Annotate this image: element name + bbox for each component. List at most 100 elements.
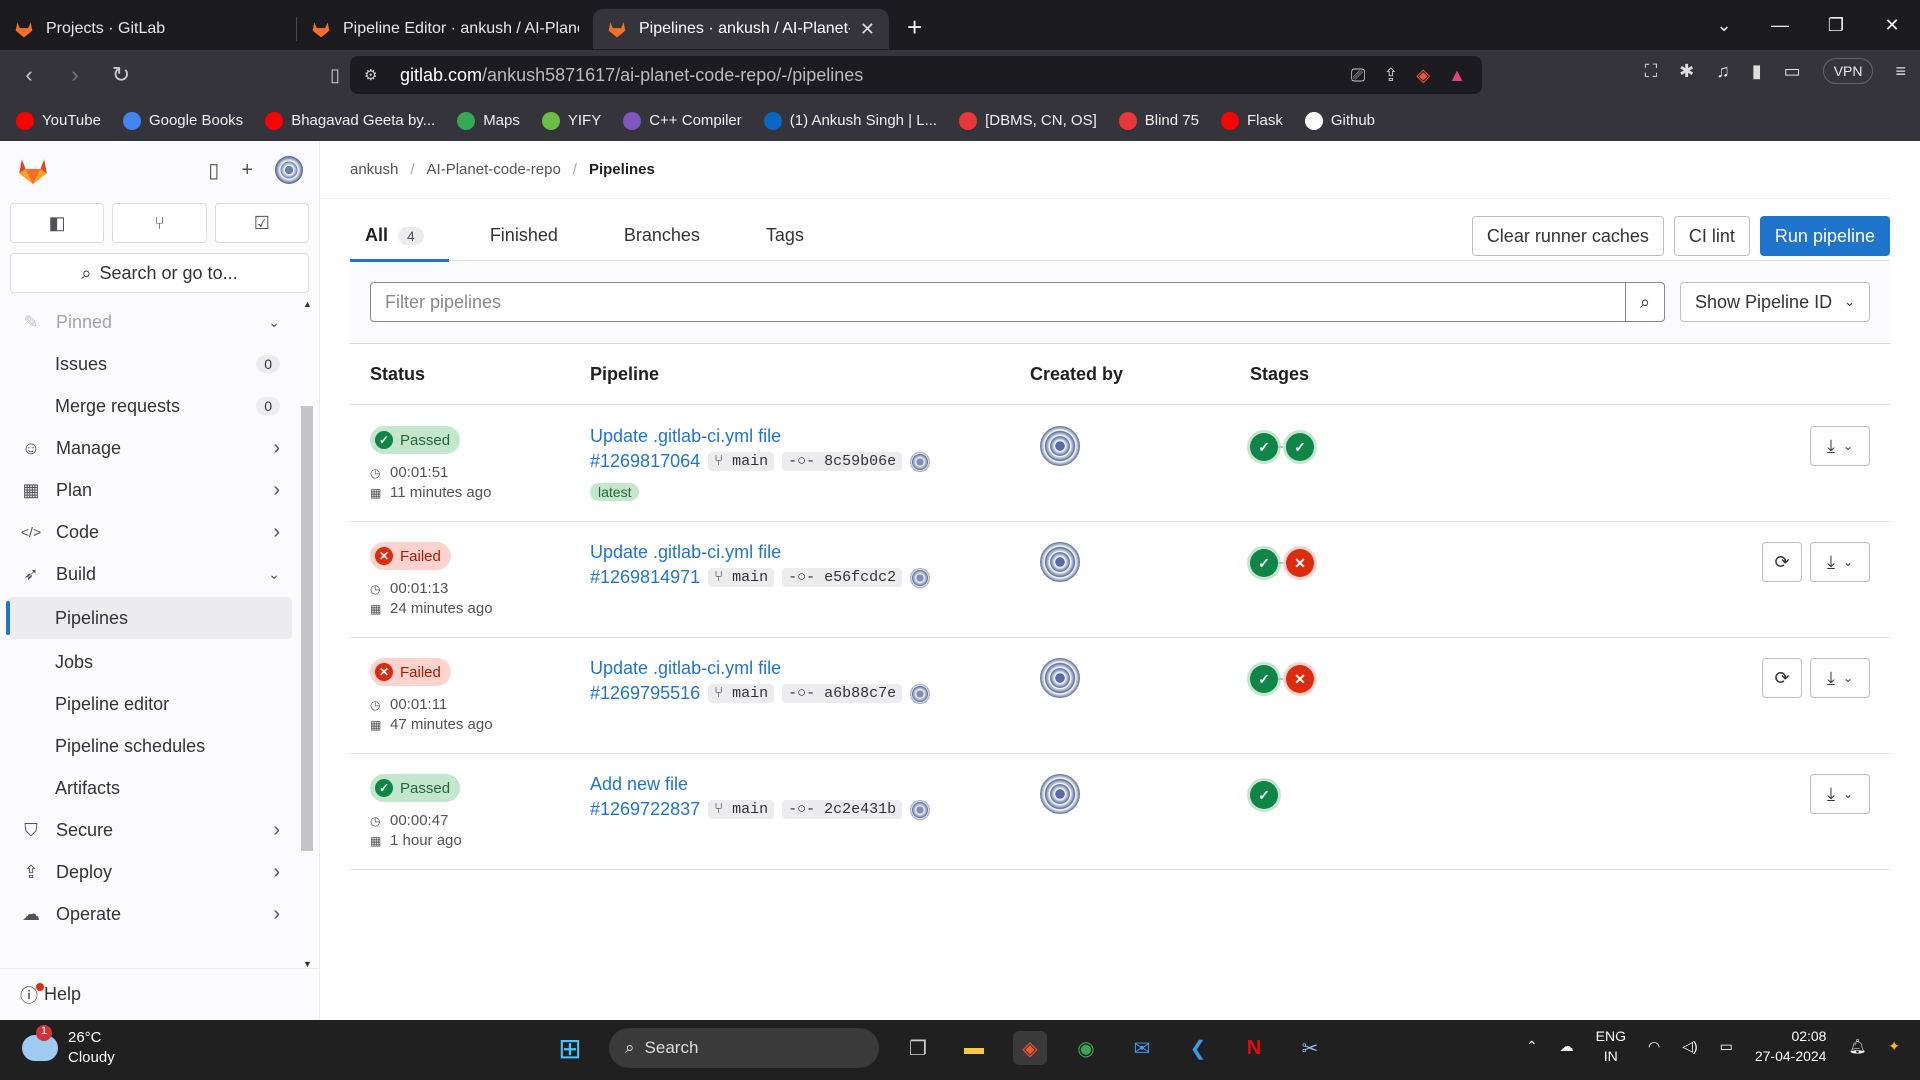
bookmark-item[interactable]: C++ Compiler <box>623 111 742 130</box>
help-button[interactable]: ⓘ Help <box>0 968 320 1020</box>
close-tab-icon[interactable]: ✕ <box>860 19 875 40</box>
bookmark-item[interactable]: Maps <box>457 111 520 130</box>
stage-passed-icon[interactable]: ✓ <box>1286 433 1314 461</box>
user-avatar[interactable] <box>275 156 303 184</box>
commit-author-avatar[interactable] <box>910 567 931 588</box>
copilot-icon[interactable]: ✦ <box>1888 1038 1900 1055</box>
breadcrumb-user[interactable]: ankush <box>350 161 398 178</box>
sidebar-item-pinned[interactable]: ✎ Pinned ⌄ <box>0 301 300 343</box>
browser-tab-pipelines[interactable]: Pipelines · ankush / AI-Planet-co ✕ <box>593 9 889 49</box>
search-button[interactable]: ⌕ Search or go to... <box>10 253 309 293</box>
clear-runner-caches-button[interactable]: Clear runner caches <box>1471 216 1664 256</box>
language-indicator[interactable]: ENG IN <box>1596 1026 1626 1066</box>
commit-sha[interactable]: -○- a6b88c7e <box>782 684 903 703</box>
sidebar-item-issues[interactable]: Issues 0 <box>0 343 300 385</box>
pipeline-id-link[interactable]: #1269814971 <box>590 567 700 588</box>
pipeline-id-link[interactable]: #1269722837 <box>590 799 700 820</box>
sidebar-item-plan[interactable]: ▦ Plan › <box>0 469 300 511</box>
notifications-icon[interactable]: 🔔︎ <box>1848 1038 1866 1055</box>
retry-button[interactable]: ⟳ <box>1762 542 1802 582</box>
vpn-button[interactable]: VPN <box>1822 58 1874 84</box>
sidebar-item-manage[interactable]: ☺ Manage › <box>0 427 300 469</box>
stage-passed-icon[interactable]: ✓ <box>1250 781 1278 809</box>
breadcrumb-project[interactable]: AI-Planet-code-repo <box>427 161 561 178</box>
extensions-icon[interactable]: ✱ <box>1679 61 1694 82</box>
brave-shields-icon[interactable]: ◈ <box>1416 65 1430 86</box>
volume-icon[interactable]: ◁) <box>1682 1038 1697 1055</box>
tab-search-chevron-icon[interactable]: ⌄ <box>1696 15 1752 36</box>
bookmark-item[interactable]: YIFY <box>541 111 601 130</box>
create-new-icon[interactable]: + <box>241 159 253 182</box>
pipeline-commit-title[interactable]: Update .gitlab-ci.yml file <box>590 658 781 679</box>
commit-sha[interactable]: -○- 8c59b06e <box>782 452 903 471</box>
sidebar-item-jobs[interactable]: Jobs <box>0 641 300 683</box>
file-explorer-icon[interactable]: ▬ <box>957 1031 991 1065</box>
browser-tab-projects[interactable]: Projects · GitLab <box>0 9 296 49</box>
mail-icon[interactable]: ✉ <box>1125 1031 1159 1065</box>
creator-avatar[interactable] <box>1040 658 1080 698</box>
scrollbar-thumb[interactable] <box>301 406 313 851</box>
bookmark-item[interactable]: Github <box>1304 111 1375 130</box>
sidebar-item-merge-requests[interactable]: Merge requests 0 <box>0 385 300 427</box>
sidebar-scrollbar[interactable]: ▲ ▼ <box>300 299 314 969</box>
browser-tab-pipeline-editor[interactable]: Pipeline Editor · ankush / AI-Planet-co <box>297 9 593 49</box>
minimize-icon[interactable]: — <box>1752 15 1808 36</box>
tab-all[interactable]: All 4 <box>350 211 449 262</box>
stage-failed-icon[interactable]: ✕ <box>1286 549 1314 577</box>
download-artifacts-dropdown[interactable]: ⤓ ⌄ <box>1810 426 1870 466</box>
status-badge[interactable]: ✕ Failed <box>370 542 451 570</box>
bookmark-item[interactable]: YouTube <box>16 111 101 130</box>
download-artifacts-dropdown[interactable]: ⤓ ⌄ <box>1810 774 1870 814</box>
todo-list-icon[interactable]: ☑ <box>214 203 309 243</box>
status-badge[interactable]: ✓ Passed <box>370 426 461 454</box>
show-pipeline-id-dropdown[interactable]: Show Pipeline ID ⌄ <box>1680 282 1870 322</box>
assigned-issues-icon[interactable]: ◧ <box>10 203 105 243</box>
sidebar-item-artifacts[interactable]: Artifacts <box>0 767 300 809</box>
ci-lint-button[interactable]: CI lint <box>1673 216 1750 256</box>
brave-rewards-icon[interactable]: ▲ <box>1448 65 1466 86</box>
sidebar-item-pipeline-schedules[interactable]: Pipeline schedules <box>0 725 300 767</box>
download-artifacts-dropdown[interactable]: ⤓ ⌄ <box>1810 658 1870 698</box>
back-icon[interactable]: ‹ <box>12 62 46 88</box>
sidebar-item-build[interactable]: ➶ Build ⌄ <box>0 553 300 595</box>
status-badge[interactable]: ✓ Passed <box>370 774 461 802</box>
scroll-up-icon[interactable]: ▲ <box>303 299 312 309</box>
bookmark-item[interactable]: (1) Ankush Singh | L... <box>763 111 937 130</box>
battery-icon[interactable]: ▭ <box>1720 1038 1733 1055</box>
filter-pipelines-input[interactable]: Filter pipelines <box>370 282 1646 322</box>
task-view-icon[interactable]: ❐ <box>901 1031 935 1065</box>
address-bar[interactable]: ⚙ gitlab.com /ankush5871617/ai-planet-co… <box>350 56 1482 94</box>
windows-start-icon[interactable]: ⊞ <box>553 1031 587 1065</box>
commit-author-avatar[interactable] <box>910 683 931 704</box>
sidebar-item-pipeline-editor[interactable]: Pipeline editor <box>0 683 300 725</box>
creator-avatar[interactable] <box>1040 426 1080 466</box>
creator-avatar[interactable] <box>1040 774 1080 814</box>
sidebar-item-pipelines[interactable]: Pipelines <box>6 597 292 639</box>
sidebar-toggle-icon[interactable]: ▮ <box>1752 61 1762 82</box>
pipeline-commit-title[interactable]: Update .gitlab-ci.yml file <box>590 542 781 563</box>
chrome-icon[interactable]: ◉ <box>1069 1031 1103 1065</box>
bookmark-item[interactable]: Bhagavad Geeta by... <box>265 111 435 130</box>
bookmark-item[interactable]: Flask <box>1220 111 1283 130</box>
branch-ref[interactable]: ⑂ main <box>708 452 775 471</box>
sidebar-item-operate[interactable]: ☁ Operate › <box>0 893 300 935</box>
pipeline-id-link[interactable]: #1269795516 <box>590 683 700 704</box>
forward-icon[interactable]: › <box>58 62 92 88</box>
pipeline-commit-title[interactable]: Update .gitlab-ci.yml file <box>590 426 781 447</box>
chevron-up-icon[interactable]: ⌃ <box>1526 1038 1538 1055</box>
menu-icon[interactable]: ≡ <box>1895 61 1906 82</box>
stage-failed-icon[interactable]: ✕ <box>1286 665 1314 693</box>
commit-sha[interactable]: -○- 2c2e431b <box>782 800 903 819</box>
weather-widget[interactable]: 1 26°C Cloudy <box>22 1025 115 1068</box>
wallet-icon[interactable]: ▭ <box>1784 61 1801 82</box>
breadcrumb-current[interactable]: Pipelines <box>589 161 655 178</box>
bookmark-item[interactable]: Blind 75 <box>1118 111 1199 130</box>
branch-ref[interactable]: ⑂ main <box>708 684 775 703</box>
status-badge[interactable]: ✕ Failed <box>370 658 451 686</box>
branch-ref[interactable]: ⑂ main <box>708 568 775 587</box>
media-icon[interactable]: ♫ <box>1716 61 1730 82</box>
retry-button[interactable]: ⟳ <box>1762 658 1802 698</box>
clock[interactable]: 02:08 27-04-2024 <box>1755 1026 1827 1066</box>
run-pipeline-button[interactable]: Run pipeline <box>1759 216 1890 256</box>
commit-sha[interactable]: -○- e56fcdc2 <box>782 568 903 587</box>
